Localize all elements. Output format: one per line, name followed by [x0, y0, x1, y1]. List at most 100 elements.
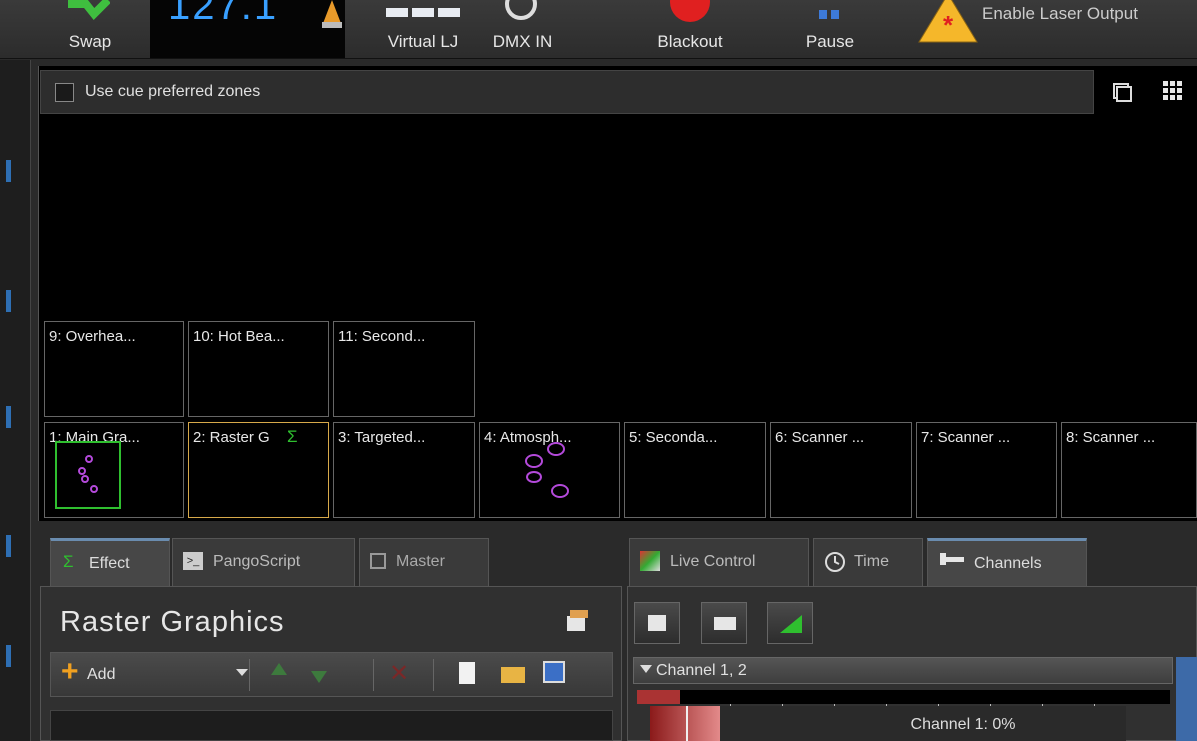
strip-marker	[6, 290, 11, 312]
dmx-connector-icon	[505, 0, 537, 20]
zone-tile[interactable]: 10: Hot Bea...	[188, 321, 329, 417]
move-up-icon[interactable]	[271, 663, 287, 675]
left-panel-strip	[0, 60, 31, 741]
tab-time[interactable]: Time	[813, 538, 923, 586]
strip-marker	[6, 406, 11, 428]
grid-view-icon[interactable]	[1162, 80, 1184, 102]
plus-icon: +	[61, 655, 79, 688]
sigma-icon: Σ	[63, 552, 74, 571]
slider-knob-icon	[940, 553, 946, 565]
collapse-icon	[640, 665, 652, 673]
separator	[249, 659, 250, 691]
zone-tile[interactable]: 3: Targeted...	[333, 422, 475, 518]
strip-marker	[6, 645, 11, 667]
tab-live-control-label: Live Control	[670, 553, 756, 570]
channel-1-readout: Channel 1: 0%	[910, 716, 1016, 733]
tap-tempo-icon[interactable]	[320, 0, 344, 30]
tab-master[interactable]: Master	[359, 538, 489, 586]
zone-tile[interactable]: 4: Atmosph...	[479, 422, 620, 518]
script-icon: >_	[183, 552, 203, 570]
zone-tile[interactable]: 7: Scanner ...	[916, 422, 1057, 518]
zone-preview-graphic	[78, 455, 98, 493]
svg-text:*: *	[943, 10, 954, 40]
bpm-value: 127.1	[168, 0, 279, 28]
add-label: Add	[87, 666, 116, 683]
pause-button[interactable]: Pause	[785, 0, 875, 58]
tab-effect[interactable]: Σ Effect	[50, 538, 170, 586]
channel-level-strip	[637, 690, 1170, 704]
strip-marker	[6, 160, 11, 182]
strip-marker	[6, 535, 11, 557]
zone-label: 8: Scanner ...	[1066, 429, 1156, 446]
zone-label: 10: Hot Bea...	[193, 328, 285, 345]
use-preferred-zones-label: Use cue preferred zones	[85, 83, 261, 100]
enable-laser-output-button[interactable]: * Enable Laser Output	[912, 0, 1197, 46]
zone-tile[interactable]: 5: Seconda...	[624, 422, 766, 518]
zone-label: 6: Scanner ...	[775, 429, 865, 446]
zone-tile[interactable]: 8: Scanner ...	[1061, 422, 1197, 518]
channel-properties-button[interactable]	[634, 602, 680, 644]
blackout-button[interactable]: Blackout	[635, 0, 745, 58]
blackout-icon	[670, 0, 710, 22]
effect-toolbar: + Add ✕	[50, 652, 613, 697]
mixer-icon	[714, 617, 736, 630]
clock-icon	[825, 552, 845, 572]
tab-effect-label: Effect	[89, 555, 130, 572]
channel-fade-button[interactable]	[767, 602, 813, 644]
tab-live-control[interactable]: Live Control	[629, 538, 809, 586]
zone-label: 5: Seconda...	[629, 429, 718, 446]
properties-icon	[648, 615, 666, 631]
tab-channels[interactable]: Channels	[927, 538, 1087, 586]
delete-icon[interactable]: ✕	[389, 659, 409, 688]
zone-label: 3: Targeted...	[338, 429, 426, 446]
effect-title: Raster Graphics	[60, 606, 285, 638]
pause-icon	[819, 10, 839, 19]
zone-header: Use cue preferred zones	[40, 70, 1094, 114]
zone-label: 7: Scanner ...	[921, 429, 1011, 446]
zone-tile[interactable]: 2: Raster G Σ	[188, 422, 329, 518]
effect-list	[50, 710, 613, 741]
effect-properties-icon[interactable]	[564, 608, 590, 634]
virtual-lj-button[interactable]: Virtual LJ	[378, 0, 468, 58]
zone-label: 2: Raster G	[193, 429, 270, 446]
zone-tile[interactable]: 6: Scanner ...	[770, 422, 912, 518]
zone-tile[interactable]: 9: Overhea...	[44, 321, 184, 417]
live-control-icon	[640, 551, 660, 571]
channel-group-header[interactable]: Channel 1, 2	[633, 657, 1173, 684]
zone-label: 9: Overhea...	[49, 328, 136, 345]
main-toolbar: Swap 127.1 Virtual LJ DMX IN Blackout Pa…	[0, 0, 1197, 59]
laser-warning-icon: *	[918, 0, 978, 43]
zone-tile[interactable]: 1: Main Gra...	[44, 422, 184, 518]
chevron-down-icon	[236, 669, 248, 676]
new-file-icon[interactable]	[459, 662, 475, 684]
blackout-label: Blackout	[657, 32, 723, 51]
move-down-icon[interactable]	[311, 671, 327, 683]
use-preferred-zones-checkbox[interactable]	[55, 83, 74, 102]
separator	[433, 659, 434, 691]
sigma-effect-icon: Σ	[287, 427, 298, 446]
add-effect-button[interactable]: + Add	[61, 655, 248, 693]
tab-master-label: Master	[396, 553, 445, 570]
master-icon	[370, 553, 386, 569]
swap-button[interactable]: Swap	[50, 0, 130, 58]
pause-label: Pause	[805, 32, 855, 51]
dmx-in-button[interactable]: DMX IN	[475, 0, 570, 58]
virtual-lj-label: Virtual LJ	[387, 32, 459, 51]
channel-mixer-button[interactable]	[701, 602, 747, 644]
zone-tile[interactable]: 11: Second...	[333, 321, 475, 417]
tab-channels-label: Channels	[974, 555, 1042, 572]
single-view-icon[interactable]	[1112, 82, 1132, 102]
tab-pangoscript[interactable]: >_ PangoScript	[172, 538, 355, 586]
swap-icon	[68, 0, 110, 20]
fade-ramp-icon	[780, 615, 802, 633]
swap-label: Swap	[68, 32, 112, 51]
separator	[373, 659, 374, 691]
tab-pangoscript-label: PangoScript	[213, 553, 301, 570]
tab-time-label: Time	[854, 553, 889, 570]
channel-group-label: Channel 1, 2	[656, 662, 747, 679]
zone-preview-graphic	[525, 442, 569, 498]
open-folder-icon[interactable]	[501, 667, 525, 683]
enable-laser-label: Enable Laser Output	[982, 4, 1138, 23]
save-icon[interactable]	[543, 661, 565, 683]
channels-scrollbar[interactable]	[1176, 657, 1197, 741]
